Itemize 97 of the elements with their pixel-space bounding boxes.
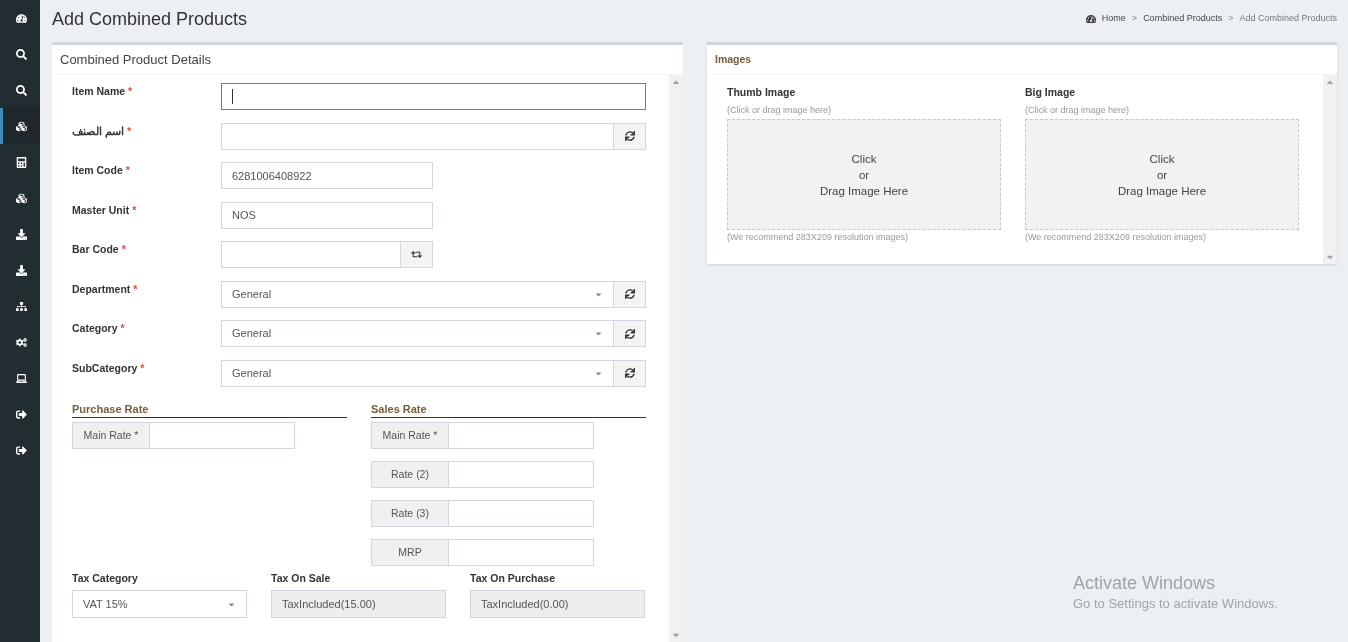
field-label: Tax On Purchase (470, 570, 556, 586)
gears-icon (16, 336, 27, 348)
refresh-icon (624, 131, 635, 141)
refresh-button[interactable] (614, 122, 646, 150)
upload-hint: (Click or drag image here) (1025, 103, 1131, 117)
sitemap-icon (16, 300, 27, 312)
drop-zone-text: Drag Image Here (819, 183, 909, 199)
select-field[interactable]: General (221, 280, 614, 308)
search-icon (16, 48, 27, 60)
field-label: SubCategory (72, 360, 138, 376)
breadcrumb-separator: > (1228, 12, 1234, 25)
refresh-icon (624, 328, 635, 339)
field-label: Item Name (72, 84, 126, 99)
upload-hint: (Click or drag image here) (727, 103, 833, 117)
readonly-field[interactable]: TaxIncluded(15.00) (271, 590, 446, 619)
field-label: Item Code (72, 163, 123, 178)
dashboard-icon (16, 12, 27, 24)
activation-text: Go to Settings to activate Windows. (1073, 595, 1279, 613)
dashboard-icon (1085, 13, 1096, 24)
required-mark: * (133, 281, 138, 297)
drop-zone-text: Drag Image Here (1117, 183, 1207, 199)
field-label: اسم الصنف (72, 123, 124, 140)
drop-zone-text: Click (851, 151, 877, 167)
input-addon: Main Rate * (371, 422, 449, 449)
refresh-button[interactable] (614, 280, 646, 308)
download-icon (16, 264, 27, 276)
field-label: Tax On Sale (271, 570, 332, 586)
readonly-field[interactable]: TaxIncluded(0.00) (470, 590, 645, 619)
input-addon: Main Rate * (72, 422, 150, 449)
caret-icon (594, 329, 603, 338)
cubes-icon (16, 192, 27, 204)
refresh-button[interactable] (614, 320, 646, 347)
text-field[interactable] (221, 83, 646, 110)
scrollbar[interactable] (1323, 75, 1337, 264)
laptop-icon (16, 372, 27, 384)
section-heading: Purchase Rate (72, 400, 347, 418)
sign-out-icon (16, 444, 27, 456)
breadcrumb-separator: > (1131, 12, 1138, 25)
download-icon (16, 228, 27, 240)
calculator-icon (16, 156, 27, 168)
scrollbar[interactable] (669, 75, 683, 642)
select-value: General (232, 326, 272, 342)
upload-note: (We recommend 283X209 resolution images) (1025, 231, 1207, 245)
text-field[interactable]: 6281006408922 (221, 162, 433, 189)
rate-field[interactable] (449, 500, 594, 527)
refresh-icon (624, 289, 635, 299)
field-label: Department (72, 281, 131, 297)
panel-title: Combined Product Details (52, 45, 683, 75)
upload-title: Big Image (1025, 85, 1077, 100)
select-field[interactable]: General (221, 359, 614, 387)
input-addon: Rate (3) (371, 500, 449, 527)
drop-zone[interactable]: Click or Drag Image Here (1025, 119, 1299, 231)
cubes-icon (16, 120, 27, 132)
breadcrumb-link[interactable]: Add Combined Products (1239, 12, 1337, 26)
upload-title: Thumb Image (727, 85, 797, 100)
required-mark: * (121, 242, 126, 257)
breadcrumb-link[interactable]: Combined Products (1143, 12, 1223, 26)
sidebar-item[interactable] (0, 108, 40, 144)
panel-title: Images (707, 45, 1337, 75)
required-mark: * (140, 360, 145, 376)
required-mark: * (120, 321, 125, 336)
section-heading: Sales Rate (371, 400, 646, 418)
activation-title: Activate Windows (1073, 572, 1217, 594)
rate-field[interactable] (449, 539, 594, 566)
field-label: Bar Code (72, 242, 119, 257)
select-value: General (232, 286, 272, 302)
drop-zone-text: or (1156, 167, 1168, 183)
field-label: Master Unit (72, 202, 130, 218)
rate-field[interactable] (449, 422, 594, 449)
refresh-icon (624, 368, 635, 378)
input-addon: Rate (2) (371, 461, 449, 488)
search-icon (16, 84, 27, 96)
page-title: Add Combined Products (52, 8, 248, 31)
sign-out-icon (16, 408, 27, 420)
field-label: Category (72, 321, 118, 336)
select-field[interactable]: General (221, 320, 614, 347)
text-field[interactable]: NOS (221, 201, 433, 229)
required-mark: * (125, 163, 130, 178)
select-value: General (232, 365, 272, 381)
refresh-button[interactable] (614, 359, 646, 387)
select-value: VAT 15% (83, 597, 128, 612)
drop-zone[interactable]: Click or Drag Image Here (727, 119, 1001, 231)
required-mark: * (128, 84, 133, 99)
required-mark: * (132, 202, 137, 218)
select-field[interactable]: VAT 15% (72, 590, 247, 619)
upload-note: (We recommend 283X209 resolution images) (727, 231, 909, 245)
refresh-button[interactable] (401, 241, 433, 268)
input-addon: MRP (371, 539, 449, 566)
required-mark: * (126, 123, 131, 139)
drop-zone-text: Click (1149, 151, 1175, 167)
drop-zone-text: or (858, 167, 870, 183)
repeat-icon (411, 249, 422, 260)
text-cursor (232, 89, 233, 104)
rate-field[interactable] (150, 422, 295, 449)
breadcrumb-link[interactable]: Home (1101, 12, 1126, 26)
field-label: Tax Category (72, 570, 139, 586)
rate-field[interactable] (449, 461, 594, 488)
